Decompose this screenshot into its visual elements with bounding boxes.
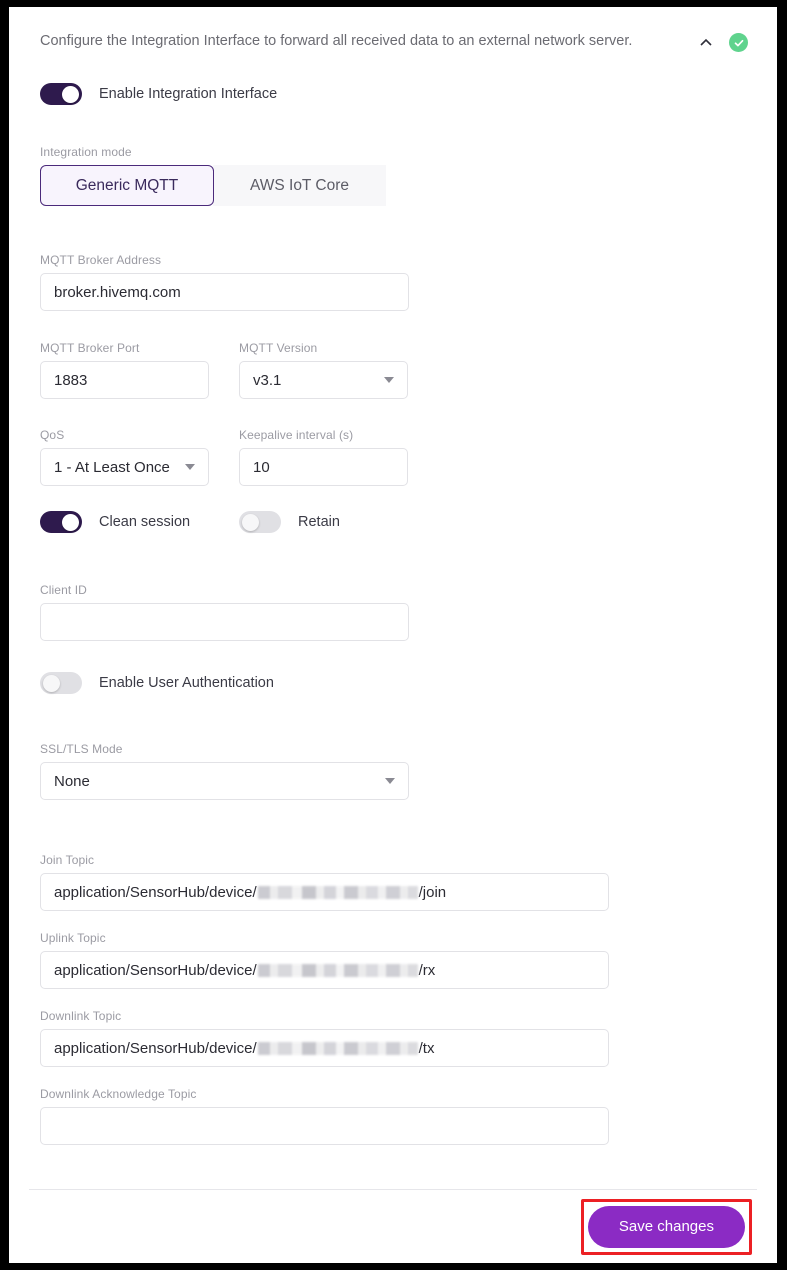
integration-settings-panel: Configure the Integration Interface to f…: [9, 7, 777, 1263]
ssl-tls-label: SSL/TLS Mode: [40, 742, 123, 756]
retain-toggle[interactable]: [239, 511, 281, 533]
downlink-ack-topic-input[interactable]: [40, 1107, 609, 1145]
uplink-topic-label: Uplink Topic: [40, 931, 106, 945]
retain-label: Retain: [298, 514, 340, 530]
check-circle-icon: [729, 33, 748, 52]
user-auth-toggle-row: Enable User Authentication: [29, 672, 757, 694]
qos-label: QoS: [40, 428, 65, 442]
save-changes-button[interactable]: Save changes: [587, 1205, 745, 1248]
toggle-knob: [62, 513, 79, 531]
panel-header-icons: [697, 31, 757, 52]
user-auth-label: Enable User Authentication: [99, 675, 274, 691]
uplink-topic-group: Uplink Topic application/SensorHub/devic…: [29, 931, 757, 989]
redacted-device-id: [257, 1041, 418, 1055]
downlink-topic-input[interactable]: application/SensorHub/device/ /tx: [40, 1029, 609, 1067]
redacted-device-id: [257, 885, 418, 899]
save-button-highlight: Save changes: [580, 1198, 752, 1255]
integration-mode-tabs: Generic MQTT AWS IoT Core: [40, 165, 757, 206]
broker-port-label: MQTT Broker Port: [40, 341, 140, 355]
broker-address-label: MQTT Broker Address: [40, 253, 162, 267]
toggle-knob: [43, 674, 60, 692]
ssl-tls-value: None: [54, 772, 90, 790]
chevron-up-icon[interactable]: [697, 34, 715, 52]
enable-integration-toggle[interactable]: [40, 83, 82, 105]
mqtt-version-group: MQTT Version v3.1: [228, 341, 408, 399]
retain-toggle-row: Retain: [239, 511, 340, 533]
uplink-topic-prefix: application/SensorHub/device/: [54, 961, 257, 979]
qos-keepalive-row: QoS 1 - At Least Once Keepalive interval…: [29, 428, 757, 486]
tab-generic-mqtt[interactable]: Generic MQTT: [40, 165, 214, 206]
keepalive-label: Keepalive interval (s): [239, 428, 354, 442]
keepalive-input[interactable]: 10: [239, 448, 408, 486]
join-topic-label: Join Topic: [40, 853, 95, 867]
downlink-topic-label: Downlink Topic: [40, 1009, 122, 1023]
integration-mode-label: Integration mode: [40, 145, 132, 159]
panel-header: Configure the Integration Interface to f…: [29, 7, 757, 52]
user-auth-toggle[interactable]: [40, 672, 82, 694]
downlink-topic-group: Downlink Topic application/SensorHub/dev…: [29, 1009, 757, 1067]
join-topic-suffix: /join: [418, 883, 447, 901]
clean-session-label: Clean session: [99, 514, 191, 530]
toggle-knob: [242, 513, 259, 531]
qos-group: QoS 1 - At Least Once: [29, 428, 228, 486]
broker-port-input[interactable]: 1883: [40, 361, 209, 399]
join-topic-prefix: application/SensorHub/device/: [54, 883, 257, 901]
chevron-down-icon: [185, 464, 195, 470]
downlink-ack-topic-group: Downlink Acknowledge Topic: [29, 1087, 757, 1145]
mqtt-version-label: MQTT Version: [239, 341, 318, 355]
keepalive-group: Keepalive interval (s) 10: [228, 428, 408, 486]
broker-port-group: MQTT Broker Port 1883: [29, 341, 228, 399]
integration-mode-group: Integration mode Generic MQTT AWS IoT Co…: [29, 145, 757, 206]
uplink-topic-suffix: /rx: [418, 961, 436, 979]
enable-integration-label: Enable Integration Interface: [99, 86, 278, 102]
client-id-input[interactable]: [40, 603, 409, 641]
client-id-group: Client ID: [29, 583, 757, 641]
downlink-ack-topic-label: Downlink Acknowledge Topic: [40, 1087, 197, 1101]
chevron-down-icon: [384, 377, 394, 383]
qos-value: 1 - At Least Once: [54, 458, 170, 476]
uplink-topic-input[interactable]: application/SensorHub/device/ /rx: [40, 951, 609, 989]
join-topic-group: Join Topic application/SensorHub/device/…: [29, 853, 757, 911]
ssl-tls-select[interactable]: None: [40, 762, 409, 800]
tab-aws-iot-core[interactable]: AWS IoT Core: [213, 165, 386, 206]
settings-form-scroll-area[interactable]: Configure the Integration Interface to f…: [9, 7, 777, 1181]
panel-footer: Save changes: [9, 1190, 777, 1263]
broker-address-group: MQTT Broker Address broker.hivemq.com: [29, 253, 757, 311]
panel-description: Configure the Integration Interface to f…: [40, 33, 633, 49]
downlink-topic-suffix: /tx: [418, 1039, 435, 1057]
join-topic-input[interactable]: application/SensorHub/device/ /join: [40, 873, 609, 911]
mqtt-version-select[interactable]: v3.1: [239, 361, 408, 399]
ssl-tls-group: SSL/TLS Mode None: [29, 742, 757, 800]
downlink-topic-prefix: application/SensorHub/device/: [54, 1039, 257, 1057]
toggle-knob: [62, 85, 79, 103]
redacted-device-id: [257, 963, 418, 977]
screenshot-frame: Configure the Integration Interface to f…: [0, 0, 787, 1270]
clean-session-toggle-row: Clean session: [29, 511, 239, 533]
chevron-down-icon: [385, 778, 395, 784]
qos-select[interactable]: 1 - At Least Once: [40, 448, 209, 486]
client-id-label: Client ID: [40, 583, 87, 597]
clean-session-toggle[interactable]: [40, 511, 82, 533]
port-version-row: MQTT Broker Port 1883 MQTT Version v3.1: [29, 341, 757, 399]
mqtt-version-value: v3.1: [253, 371, 282, 389]
broker-address-input[interactable]: broker.hivemq.com: [40, 273, 409, 311]
session-toggles-row: Clean session Retain: [29, 511, 757, 533]
enable-integration-toggle-row: Enable Integration Interface: [29, 83, 757, 105]
